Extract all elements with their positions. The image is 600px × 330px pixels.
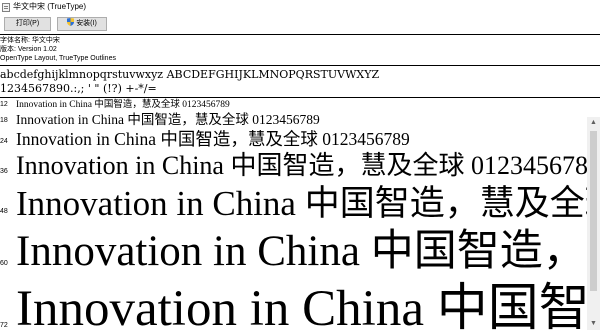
sample-row-60: 60 Innovation in China 中国智造，慧及全球 0123456… bbox=[0, 226, 600, 278]
scrollbar-thumb[interactable] bbox=[590, 131, 597, 291]
install-button-label: 安装(I) bbox=[76, 20, 97, 27]
sample-size-label: 24 bbox=[0, 138, 8, 145]
print-button-label: 打印(P) bbox=[15, 20, 40, 27]
sample-row-72: 72 Innovation in China 中国智造，慧及全球 0123456… bbox=[0, 278, 600, 330]
sample-row-12: 12 Innovation in China 中国智造，慧及全球 0123456… bbox=[0, 99, 600, 112]
sample-text: Innovation in China 中国智造，慧及全球 0123456789 bbox=[16, 281, 600, 330]
font-name-line: 字体名称: 华文中宋 bbox=[0, 37, 60, 44]
toolbar: 打印(P) 安装(I) bbox=[0, 15, 600, 34]
font-file-icon bbox=[2, 3, 10, 12]
sample-text: Innovation in China 中国智造，慧及全球 0123456789 bbox=[16, 151, 600, 180]
sample-row-18: 18 Innovation in China 中国智造，慧及全球 0123456… bbox=[0, 112, 600, 128]
info-divider bbox=[0, 65, 600, 66]
sample-row-36: 36 Innovation in China 中国智造，慧及全球 0123456… bbox=[0, 150, 600, 182]
sample-size-label: 60 bbox=[0, 260, 8, 267]
version-line: 版本: Version 1.02 bbox=[0, 46, 57, 53]
sample-row-24: 24 Innovation in China 中国智造，慧及全球 0123456… bbox=[0, 128, 600, 150]
sample-size-label: 12 bbox=[0, 101, 8, 108]
charset-divider bbox=[0, 97, 600, 98]
charset-letters: abcdefghijklmnopqrstuvwxyz ABCDEFGHIJKLM… bbox=[0, 68, 380, 81]
window-title: 华文中宋 (TrueType) bbox=[13, 2, 87, 11]
sample-row-48: 48 Innovation in China 中国智造，慧及全球 0123456… bbox=[0, 182, 600, 226]
charset-digits-symbols: 1234567890.:,; ' " (!?) +-*/= bbox=[0, 82, 157, 95]
shield-icon bbox=[67, 18, 75, 26]
sample-text: Innovation in China 中国智造，慧及全球 0123456789 bbox=[16, 129, 410, 149]
title-bar[interactable]: 华文中宋 (TrueType) bbox=[0, 0, 600, 15]
sample-text: Innovation in China 中国智造，慧及全球 0123456789 bbox=[16, 184, 600, 223]
install-button[interactable]: 安装(I) bbox=[57, 17, 107, 31]
sample-text: Innovation in China 中国智造，慧及全球 0123456789 bbox=[16, 112, 320, 127]
chevron-down-icon[interactable]: ▼ bbox=[587, 318, 600, 330]
print-button[interactable]: 打印(P) bbox=[4, 17, 51, 31]
vertical-scrollbar[interactable]: ▲ ▼ bbox=[587, 117, 600, 330]
sample-size-label: 48 bbox=[0, 208, 8, 215]
sample-text: Innovation in China 中国智造，慧及全球 0123456789 bbox=[16, 100, 230, 110]
sample-text: Innovation in China 中国智造，慧及全球 0123456789 bbox=[16, 228, 600, 275]
sample-size-label: 18 bbox=[0, 117, 8, 124]
font-viewer-window: 华文中宋 (TrueType) 打印(P) 安装(I) 字体名称: 华文中宋 版… bbox=[0, 0, 600, 330]
sample-size-label: 36 bbox=[0, 168, 8, 175]
chevron-up-icon[interactable]: ▲ bbox=[587, 117, 600, 129]
font-type-line: OpenType Layout, TrueType Outlines bbox=[0, 55, 116, 62]
sample-size-label: 72 bbox=[0, 322, 8, 329]
toolbar-divider bbox=[0, 34, 600, 35]
